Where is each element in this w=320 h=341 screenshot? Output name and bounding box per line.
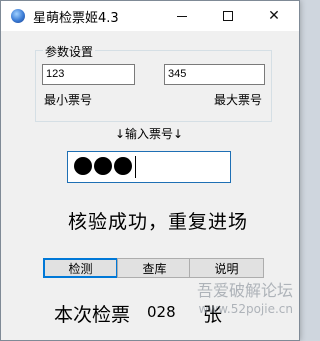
ticket-checker-window: 星萌检票姬4.3 ✕ 参数设置 123 345 最小票号 最大票号 ↓输入票号↓…: [0, 0, 300, 341]
maximize-button[interactable]: [205, 1, 251, 31]
watermark-url: www.52pojie.cn: [198, 302, 293, 316]
watermark: 吾爱破解论坛 www.52pojie.cn: [197, 282, 293, 318]
count-label: 本次检票: [54, 304, 131, 326]
masked-char: [114, 157, 132, 175]
titlebar[interactable]: 星萌检票姬4.3 ✕: [1, 1, 299, 31]
masked-char: [94, 157, 112, 175]
max-ticket-label: 最大票号: [214, 93, 263, 107]
window-title: 星萌检票姬4.3: [33, 11, 119, 26]
status-message: 核验成功，重复进场: [68, 211, 249, 233]
help-button[interactable]: 说明: [189, 258, 264, 278]
query-button[interactable]: 查库: [117, 258, 192, 278]
watermark-title: 吾爱破解论坛: [196, 281, 293, 300]
close-icon: ✕: [268, 8, 280, 24]
masked-char: [74, 157, 92, 175]
maximize-icon: [223, 11, 233, 21]
ticket-input-label: ↓输入票号↓: [115, 127, 184, 141]
params-group-title: 参数设置: [43, 43, 96, 60]
minimize-icon: [177, 15, 187, 17]
minimize-button[interactable]: [159, 1, 205, 31]
max-ticket-field[interactable]: 345: [164, 64, 265, 85]
params-groupbox: [35, 50, 272, 122]
ticket-number-input[interactable]: [67, 151, 231, 183]
check-button[interactable]: 检测: [43, 258, 118, 278]
min-ticket-field[interactable]: 123: [42, 64, 135, 85]
count-value: 028: [147, 303, 176, 321]
min-ticket-label: 最小票号: [44, 93, 93, 107]
close-button[interactable]: ✕: [251, 1, 297, 31]
app-icon: [11, 9, 25, 23]
text-caret: [135, 156, 136, 178]
